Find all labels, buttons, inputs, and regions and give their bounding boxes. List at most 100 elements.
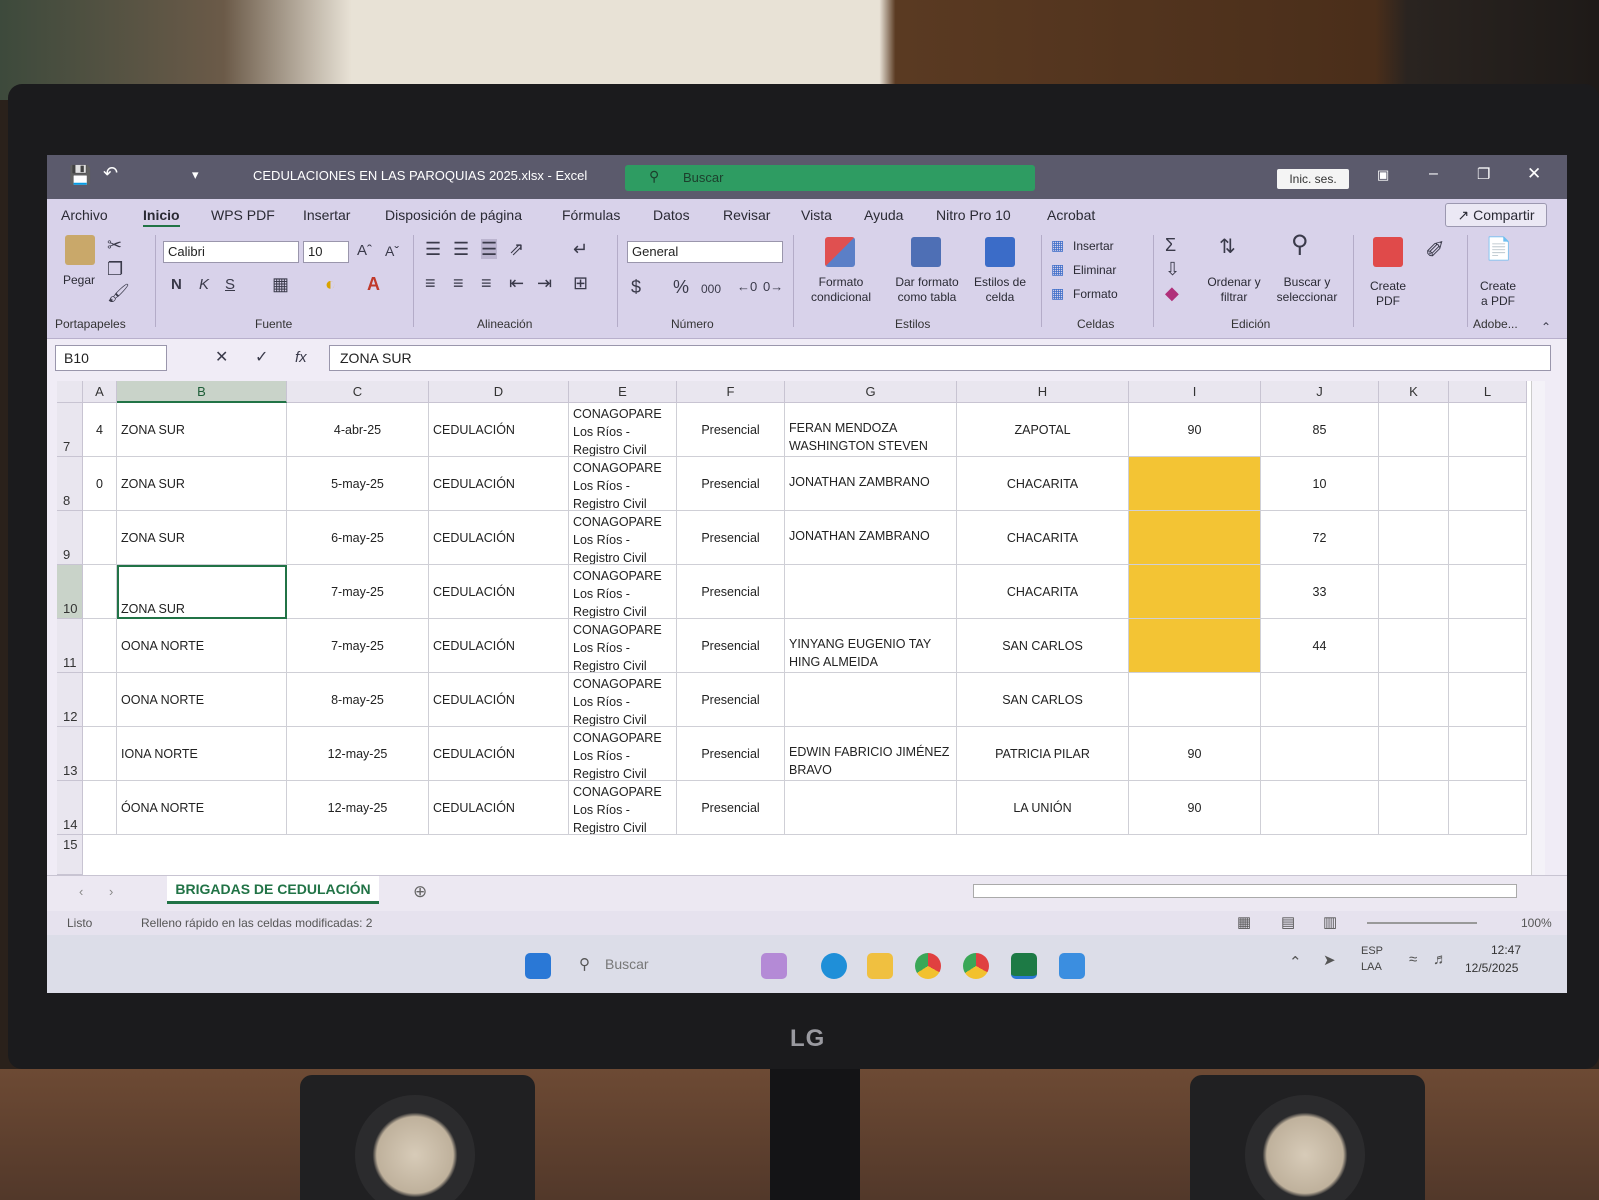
cell-e10[interactable]: CONAGOPARE Los Ríos - Registro Civil: [569, 565, 677, 619]
tab-wps-pdf[interactable]: WPS PDF: [211, 207, 275, 223]
tab-vista[interactable]: Vista: [801, 207, 832, 223]
align-right-icon[interactable]: ≡: [481, 273, 492, 293]
horizontal-scrollbar[interactable]: [973, 884, 1517, 898]
normal-view-icon[interactable]: ▦: [1237, 913, 1251, 931]
enter-icon[interactable]: ✓: [255, 348, 268, 368]
cell-f13[interactable]: Presencial: [677, 727, 785, 781]
decrease-indent-icon[interactable]: ⇤: [509, 273, 524, 293]
underline-button[interactable]: S: [225, 275, 235, 295]
clock-time[interactable]: 12:47: [1491, 943, 1521, 957]
cell-a12[interactable]: [83, 673, 117, 727]
cell-d7[interactable]: CEDULACIÓN: [429, 403, 569, 457]
column-header-d[interactable]: D: [429, 381, 569, 403]
cell-e14[interactable]: CONAGOPARE Los Ríos - Registro Civil: [569, 781, 677, 835]
find-select-button[interactable]: Buscar y seleccionar: [1265, 275, 1349, 305]
column-header-a[interactable]: A: [83, 381, 117, 403]
conditional-format-button[interactable]: Formato condicional: [799, 275, 883, 305]
number-format-select[interactable]: General: [627, 241, 783, 263]
cell-d11[interactable]: CEDULACIÓN: [429, 619, 569, 673]
cell-g14[interactable]: [785, 781, 957, 835]
cut-icon[interactable]: ✂: [107, 235, 122, 255]
cell-l13[interactable]: [1449, 727, 1527, 781]
currency-icon[interactable]: $: [631, 277, 641, 297]
grow-font-icon[interactable]: Aˆ: [357, 241, 372, 261]
cell-g13[interactable]: EDWIN FABRICIO JIMÉNEZ BRAVO: [785, 727, 957, 781]
cell-a8[interactable]: 0: [83, 457, 117, 511]
cell-b14[interactable]: ÓONA NORTE: [117, 781, 287, 835]
cell-g10[interactable]: [785, 565, 957, 619]
file-explorer-icon[interactable]: [867, 953, 893, 979]
excel-taskbar-icon[interactable]: [1011, 953, 1037, 979]
orientation-icon[interactable]: ⇗: [509, 239, 524, 259]
format-painter-icon[interactable]: 🖌: [107, 283, 130, 303]
restore-icon[interactable]: ❐: [1477, 165, 1490, 183]
cell-b7[interactable]: ZONA SUR: [117, 403, 287, 457]
cell-h10[interactable]: CHACARITA: [957, 565, 1129, 619]
percent-icon[interactable]: %: [673, 277, 689, 297]
cell-j9[interactable]: 72: [1261, 511, 1379, 565]
cell-a14[interactable]: [83, 781, 117, 835]
cell-c10[interactable]: 7-may-25: [287, 565, 429, 619]
cell-h12[interactable]: SAN CARLOS: [957, 673, 1129, 727]
edge-icon[interactable]: [821, 953, 847, 979]
align-bottom-icon[interactable]: ☰: [481, 239, 498, 259]
cell-a10[interactable]: [83, 565, 117, 619]
clock-date[interactable]: 12/5/2025: [1465, 961, 1518, 975]
cell-i13[interactable]: 90: [1129, 727, 1261, 781]
taskbar-search-icon[interactable]: ⚲: [579, 955, 590, 973]
tab-formulas[interactable]: Fórmulas: [562, 207, 620, 223]
cell-f8[interactable]: Presencial: [677, 457, 785, 511]
cell-c11[interactable]: 7-may-25: [287, 619, 429, 673]
tab-datos[interactable]: Datos: [653, 207, 690, 223]
cell-k11[interactable]: [1379, 619, 1449, 673]
cell-e12[interactable]: CONAGOPARE Los Ríos - Registro Civil: [569, 673, 677, 727]
store-icon[interactable]: [1059, 953, 1085, 979]
tab-nitro[interactable]: Nitro Pro 10: [936, 207, 1011, 223]
insert-cells-icon[interactable]: ▦: [1051, 235, 1064, 255]
cell-g7[interactable]: FERAN MENDOZA WASHINGTON STEVEN: [785, 403, 957, 457]
cell-k9[interactable]: [1379, 511, 1449, 565]
cell-c9[interactable]: 6-may-25: [287, 511, 429, 565]
create-apdf-button[interactable]: Create a PDF: [1469, 279, 1527, 309]
cell-h11[interactable]: SAN CARLOS: [957, 619, 1129, 673]
cell-l9[interactable]: [1449, 511, 1527, 565]
row-header-12[interactable]: 12: [57, 673, 83, 727]
insert-function-icon[interactable]: fx: [295, 348, 307, 368]
sort-filter-button[interactable]: Ordenar y filtrar: [1199, 275, 1269, 305]
fill-icon[interactable]: ⇩: [1165, 259, 1180, 279]
name-box[interactable]: B10: [55, 345, 167, 371]
cell-a7[interactable]: 4: [83, 403, 117, 457]
align-center-icon[interactable]: ≡: [453, 273, 464, 293]
tab-insertar[interactable]: Insertar: [303, 207, 350, 223]
cell-g11[interactable]: YINYANG EUGENIO TAY HING ALMEIDA: [785, 619, 957, 673]
cell-e7[interactable]: CONAGOPARE Los Ríos - Registro Civil: [569, 403, 677, 457]
cell-l8[interactable]: [1449, 457, 1527, 511]
merge-center-icon[interactable]: ⊞: [573, 273, 588, 293]
cell-styles-button[interactable]: Estilos de celda: [967, 275, 1033, 305]
signin-button[interactable]: Inic. ses.: [1277, 169, 1349, 189]
cell-k7[interactable]: [1379, 403, 1449, 457]
cell-styles-icon[interactable]: [985, 237, 1015, 267]
format-cells-button[interactable]: Formato: [1073, 287, 1118, 302]
cell-k12[interactable]: [1379, 673, 1449, 727]
cell-c7[interactable]: 4-abr-25: [287, 403, 429, 457]
row-header-7[interactable]: 7: [57, 403, 83, 457]
next-sheet-icon[interactable]: ›: [109, 882, 113, 902]
cell-i12[interactable]: [1129, 673, 1261, 727]
cell-b13[interactable]: IONA NORTE: [117, 727, 287, 781]
cell-d12[interactable]: CEDULACIÓN: [429, 673, 569, 727]
tab-archivo[interactable]: Archivo: [61, 207, 108, 223]
page-break-icon[interactable]: ▥: [1323, 913, 1337, 931]
find-select-icon[interactable]: ⚲: [1291, 233, 1309, 257]
cell-h13[interactable]: PATRICIA PILAR: [957, 727, 1129, 781]
cell-j7[interactable]: 85: [1261, 403, 1379, 457]
create-apdf-icon[interactable]: 📄: [1485, 238, 1512, 260]
cell-k13[interactable]: [1379, 727, 1449, 781]
cell-i7[interactable]: 90: [1129, 403, 1261, 457]
cell-i10[interactable]: [1129, 565, 1261, 619]
undo-icon[interactable]: ↶: [103, 163, 118, 184]
tab-disposicion[interactable]: Disposición de página: [385, 207, 522, 223]
cell-f14[interactable]: Presencial: [677, 781, 785, 835]
cell-e11[interactable]: CONAGOPARE Los Ríos - Registro Civil: [569, 619, 677, 673]
select-all-corner[interactable]: [57, 381, 83, 403]
